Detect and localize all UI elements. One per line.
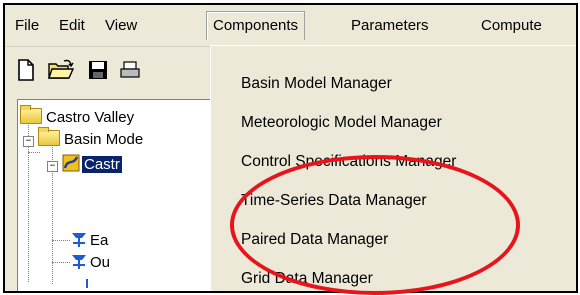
outlet-icon <box>70 252 88 270</box>
print-icon[interactable] <box>117 57 143 83</box>
tree-line <box>52 240 70 241</box>
open-folder-icon[interactable] <box>48 57 74 83</box>
menu-item-paired-data-manager[interactable]: Paired Data Manager <box>241 227 388 253</box>
menu-file[interactable]: File <box>9 14 45 38</box>
menu-bar: File Edit View Components Parameters Com… <box>5 5 576 47</box>
subbasin-icon <box>70 230 88 248</box>
watershed-explorer-tree: Castro Valley − Basin Mode − Castr Ea Ou <box>17 99 218 291</box>
menu-item-grid-data-manager[interactable]: Grid Data Manager <box>241 266 373 291</box>
menu-compute[interactable]: Compute <box>475 14 548 38</box>
tree-item-root[interactable]: Castro Valley <box>20 105 135 128</box>
tree-item-outlet[interactable]: Ou <box>70 252 110 272</box>
menu-item-basin-model-manager[interactable]: Basin Model Manager <box>241 71 392 97</box>
menu-components[interactable]: Components <box>206 11 306 40</box>
application-window: File Edit View Components Parameters Com… <box>3 3 578 293</box>
junction-icon <box>78 278 96 291</box>
tree-item-basin-models[interactable]: − Basin Mode <box>23 127 144 150</box>
menu-parameters[interactable]: Parameters <box>345 14 435 38</box>
tree-item-basin[interactable]: − Castr <box>47 154 122 174</box>
tree-item-label-selected: Castr <box>82 156 122 173</box>
collapse-icon[interactable]: − <box>47 161 58 172</box>
tree-item-label: Ea <box>90 232 109 249</box>
collapse-icon[interactable]: − <box>23 136 34 147</box>
menu-item-meteorologic-model-manager[interactable]: Meteorologic Model Manager <box>241 110 442 136</box>
tree-item-label: Castro Valley <box>46 109 135 126</box>
tree-line <box>52 262 70 263</box>
tree-item-partial <box>78 278 98 291</box>
save-disk-icon[interactable] <box>85 57 111 83</box>
tree-item-label: Basin Mode <box>64 131 144 148</box>
tree-item-label: Ou <box>90 254 111 271</box>
menu-edit[interactable]: Edit <box>53 14 91 38</box>
menu-view[interactable]: View <box>99 14 143 38</box>
basin-model-icon <box>62 154 80 172</box>
tree-item-subbasin[interactable]: Ea <box>70 230 108 250</box>
menu-item-time-series-data-manager[interactable]: Time-Series Data Manager <box>241 188 427 214</box>
new-document-icon[interactable] <box>13 57 39 83</box>
folder-icon <box>20 105 42 124</box>
components-dropdown-menu: Basin Model Manager Meteorologic Model M… <box>210 45 576 291</box>
tree-line <box>28 152 40 153</box>
menu-item-control-specifications-manager[interactable]: Control Specifications Manager <box>241 149 456 175</box>
folder-icon <box>38 127 60 146</box>
